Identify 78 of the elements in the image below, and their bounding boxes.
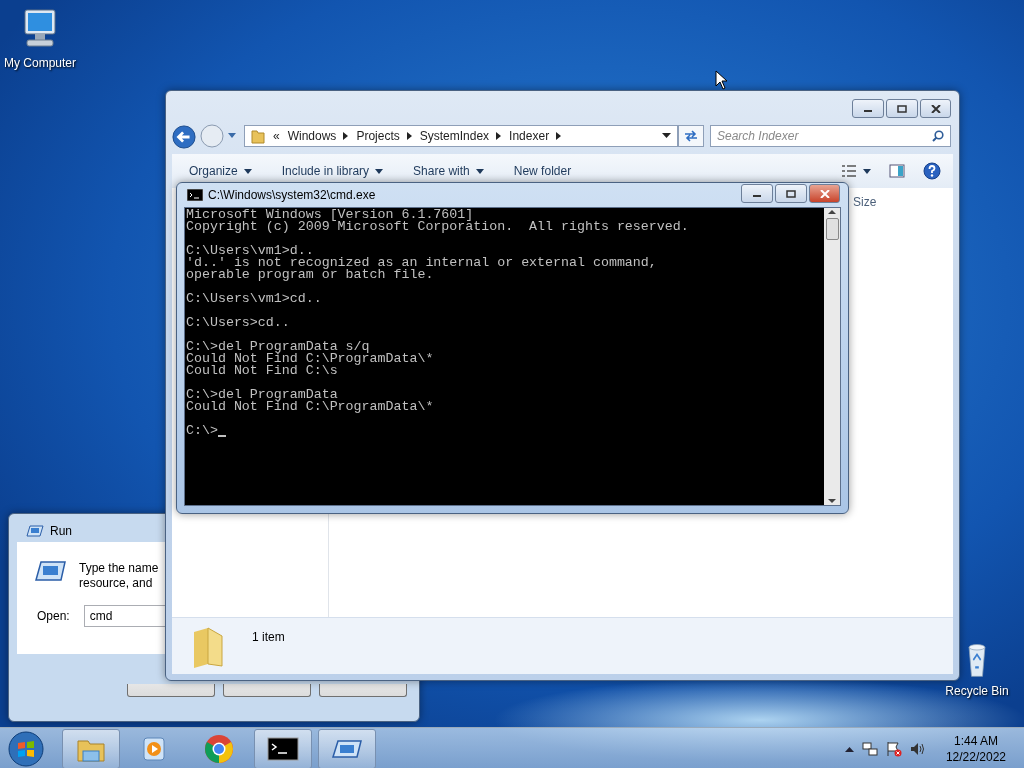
column-header[interactable]: Size [853, 195, 877, 209]
chevron-right-icon[interactable] [406, 132, 412, 140]
console-line: C:\Users\vm1>cd.. [186, 293, 322, 305]
flag-icon[interactable] [885, 740, 902, 757]
dropdown-caret-icon[interactable] [662, 133, 671, 139]
list-view-icon [841, 164, 857, 178]
chevron-right-icon[interactable] [556, 132, 562, 140]
chevron-right-icon[interactable] [496, 132, 502, 140]
preview-pane-icon[interactable] [889, 164, 905, 178]
view-button[interactable] [841, 164, 871, 178]
browser-icon [203, 732, 235, 765]
taskbar-button[interactable] [254, 728, 312, 768]
chevron-right-icon[interactable] [343, 132, 349, 140]
refresh-icon [683, 129, 699, 143]
dialog-button[interactable] [223, 684, 311, 697]
icon-label[interactable]: My Computer [4, 56, 76, 70]
search-icon [932, 130, 944, 142]
help-icon[interactable] [923, 162, 941, 180]
scrollbar[interactable] [824, 208, 840, 505]
network-icon[interactable] [861, 740, 878, 757]
toolbar-button[interactable]: Share with [413, 164, 484, 178]
close-button[interactable] [809, 184, 840, 203]
breadcrumb-item[interactable]: Windows [287, 129, 337, 143]
console-line: Could Not Find C:\ProgramData\* [186, 353, 434, 365]
overflow-chevron[interactable]: « [273, 129, 280, 143]
item-count: 1 item [252, 630, 285, 644]
field-label: Open: [37, 609, 70, 623]
close-icon [930, 104, 941, 113]
mouse-pointer-icon [715, 70, 728, 90]
maximize-icon [897, 104, 907, 113]
scroll-down-icon[interactable] [828, 497, 836, 505]
minimize-button[interactable] [741, 184, 773, 203]
breadcrumb-item[interactable]: Projects [356, 129, 400, 143]
dialog-button[interactable] [319, 684, 407, 697]
maximize-icon [786, 189, 796, 198]
toolbar-button[interactable]: Organize [189, 164, 252, 178]
breadcrumb-item[interactable]: SystemIndex [419, 129, 490, 143]
close-button[interactable] [920, 99, 951, 118]
console-line: Microsoft Windows [Version 6.1.7601] [186, 209, 474, 221]
console-line: C:\Users\vm1>d.. [186, 245, 314, 257]
icon-label[interactable]: Recycle Bin [945, 684, 1009, 698]
console-line: Could Not Find C:\s [186, 365, 338, 377]
close-icon [819, 189, 830, 198]
description-text: Type the name [79, 561, 159, 576]
console-icon [187, 189, 203, 201]
console-line: Could Not Find C:\ProgramData\* [186, 401, 434, 413]
dropdown-caret-icon [863, 168, 871, 174]
console-line: C:\> [186, 425, 218, 437]
scroll-up-icon[interactable] [828, 208, 836, 216]
console-line: 'd..' is not recognized as an internal or external command, [186, 257, 657, 269]
search-field[interactable]: Search Indexer [710, 125, 951, 147]
maximize-button[interactable] [775, 184, 807, 203]
console-line: C:\>del ProgramData [186, 389, 338, 401]
toolbar-button[interactable]: New folder [513, 164, 572, 178]
dialog-button[interactable] [127, 684, 215, 697]
maximize-button[interactable] [886, 99, 918, 118]
search-placeholder: Search Indexer [717, 129, 799, 143]
refresh-button[interactable] [678, 125, 704, 147]
clock-time[interactable]: 1:44 AM [953, 732, 998, 749]
console-line: operable program or batch file. [186, 269, 434, 281]
console-line: Copyright (c) 2009 Microsoft Corporation. All rights reserved. [186, 221, 689, 233]
start-button[interactable] [7, 729, 45, 768]
back-button[interactable] [172, 124, 196, 150]
text-cursor [217, 435, 226, 437]
console-line: C:\>del ProgramData s/q [186, 341, 370, 353]
console-line: C:\Users>cd.. [186, 317, 290, 329]
window-icon [26, 524, 44, 538]
chevron-up-icon[interactable] [844, 745, 854, 752]
scrollbar-thumb[interactable] [825, 218, 839, 240]
address-bar[interactable]: « Windows Projects SystemIndex Indexer [244, 125, 678, 147]
description-text: resource, and [79, 576, 154, 591]
breadcrumb-item[interactable]: Indexer [509, 129, 550, 143]
toolbar-button[interactable]: Include in library [281, 164, 384, 178]
window-title: Run [50, 524, 72, 538]
clock-date[interactable]: 12/22/2022 [945, 748, 1006, 765]
folder-icon [251, 128, 265, 144]
window-title: C:\Windows\system32\cmd.exe [208, 188, 377, 202]
minimize-button[interactable] [852, 99, 884, 118]
